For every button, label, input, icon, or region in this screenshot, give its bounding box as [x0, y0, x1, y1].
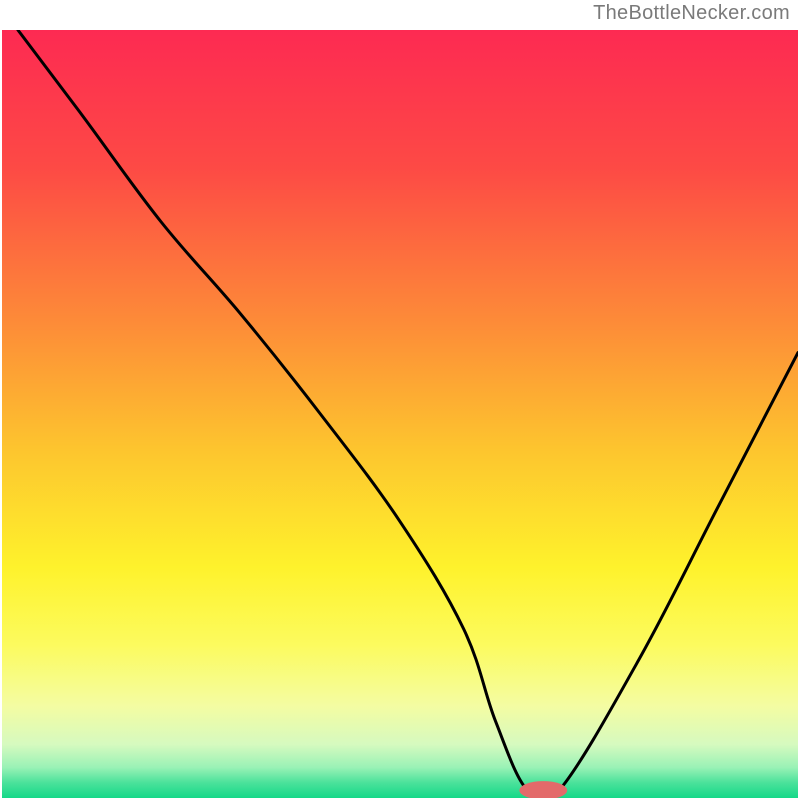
- attribution-label: TheBottleNecker.com: [593, 2, 790, 25]
- chart-container: TheBottleNecker.com: [0, 0, 800, 800]
- gradient-background: [2, 30, 798, 798]
- bottleneck-chart: [0, 0, 800, 800]
- optimal-marker: [519, 781, 567, 799]
